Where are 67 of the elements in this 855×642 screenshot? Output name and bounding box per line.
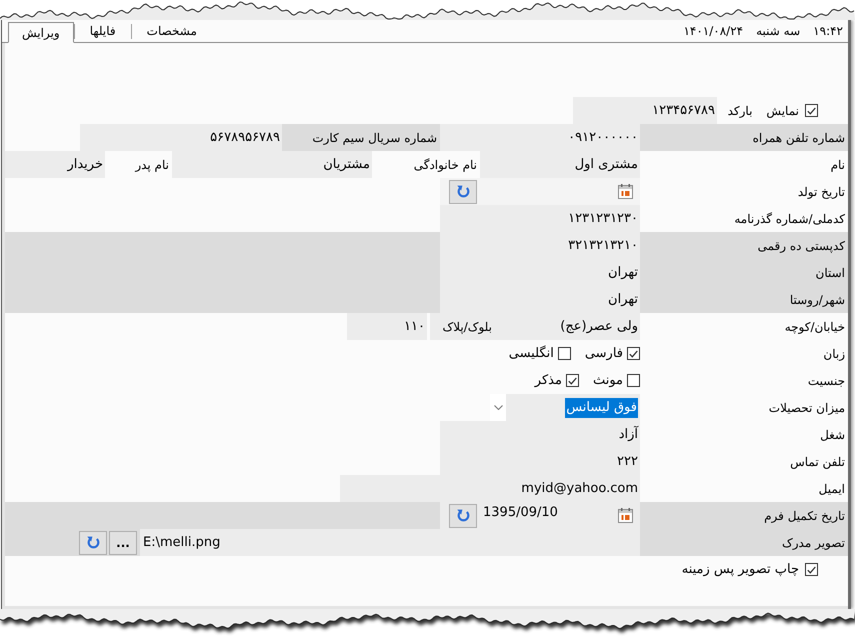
selected-value: فوق لیسانس — [565, 398, 638, 418]
field-label: خیابان/کوچه — [784, 318, 846, 336]
tab[interactable]: مشخصات — [130, 24, 212, 39]
field-label: تاریخ تولد — [796, 184, 846, 201]
checkbox[interactable] — [566, 374, 579, 387]
refresh-button[interactable] — [449, 504, 477, 528]
field-label: شغل — [819, 426, 846, 444]
refresh-button[interactable] — [449, 180, 477, 204]
browse-button[interactable]: ... — [109, 530, 137, 554]
field-label: جنسیت — [806, 372, 846, 390]
checkbox-label: مذکر — [534, 373, 562, 388]
checkbox-label: فارسی — [584, 346, 623, 361]
checkmark-icon — [807, 106, 816, 114]
field-label: نام — [830, 156, 846, 174]
text-field[interactable]: myid@yahoo.com — [340, 475, 640, 502]
text-field[interactable]: E:\melli.png — [140, 529, 640, 556]
text-field[interactable]: مشتری اول — [480, 151, 640, 178]
text-field[interactable]: خریدار — [5, 151, 105, 178]
text-field[interactable]: تهران — [440, 286, 640, 313]
refresh-icon — [456, 185, 470, 198]
calendar-icon[interactable] — [618, 508, 633, 523]
chevron-down-icon — [494, 405, 502, 410]
field-label: نام خانوادگی — [412, 156, 478, 174]
date-field[interactable] — [440, 178, 640, 205]
checkbox-label: انگلیسی — [508, 346, 554, 361]
checkmark-icon — [629, 350, 638, 358]
checkbox[interactable] — [627, 374, 640, 387]
text-field[interactable]: ۲۲۲ — [440, 448, 640, 475]
refresh-icon — [86, 536, 100, 549]
checkbox-label: مونث — [592, 373, 623, 388]
text-field[interactable]: ولی عصر(عج) — [495, 313, 640, 340]
calendar-icon[interactable] — [618, 184, 633, 199]
checkbox[interactable] — [627, 347, 640, 360]
refresh-button[interactable] — [79, 530, 107, 554]
field-label: بارکد — [728, 104, 752, 118]
text-field[interactable]: ۰۹۱۲۰۰۰۰۰۰ — [440, 124, 640, 151]
text-field[interactable]: ۳۲۱۳۲۱۳۲۱۰ — [440, 232, 640, 259]
checkbox[interactable] — [558, 347, 571, 360]
checkbox[interactable] — [805, 563, 818, 576]
text-field[interactable]: ۵۶۷۸۹۵۶۷۸۹ — [80, 124, 282, 151]
text-field[interactable]: مشتریان — [172, 151, 372, 178]
clock-time: ۱۹:۴۲ — [813, 24, 843, 38]
checkmark-icon — [807, 566, 816, 574]
field-label: نام پدر — [134, 156, 170, 174]
checkbox[interactable] — [805, 104, 818, 117]
field-label: شماره سریال سیم کارت — [282, 124, 440, 151]
weekday-label: سه شنبه — [756, 24, 800, 38]
field-label: شماره تلفن همراه — [640, 124, 848, 151]
field-label: ایمیل — [818, 480, 846, 498]
field-label: تلفن تماس — [789, 454, 846, 471]
text-field[interactable]: ۱۱۰ — [347, 313, 427, 340]
checkmark-icon — [568, 376, 577, 384]
tab[interactable]: ویرایش — [8, 22, 74, 43]
refresh-icon — [456, 509, 470, 522]
checkbox-label: چاپ تصویر پس زمینه — [682, 562, 799, 577]
field-label: بلوک/پلاک — [430, 313, 495, 340]
checkbox-label: نمایش — [766, 104, 799, 118]
field-label: زبان — [822, 346, 846, 363]
field-label: کدملی/شماره گذرنامه — [733, 210, 846, 228]
text-field[interactable]: تهران — [440, 259, 640, 286]
text-field[interactable]: ۱۲۳۱۲۳۱۲۳۰ — [440, 205, 640, 232]
text-field[interactable]: آزاد — [440, 421, 640, 448]
text-field[interactable]: ۱۲۳۴۵۶۷۸۹ — [573, 97, 717, 124]
date-label: ۱۴۰۱/۰۸/۲۴ — [683, 24, 744, 38]
dropdown[interactable]: فوق لیسانس — [490, 394, 640, 421]
date-field[interactable]: 1395/09/10 — [440, 502, 640, 529]
field-label: میزان تحصیلات — [768, 400, 846, 417]
